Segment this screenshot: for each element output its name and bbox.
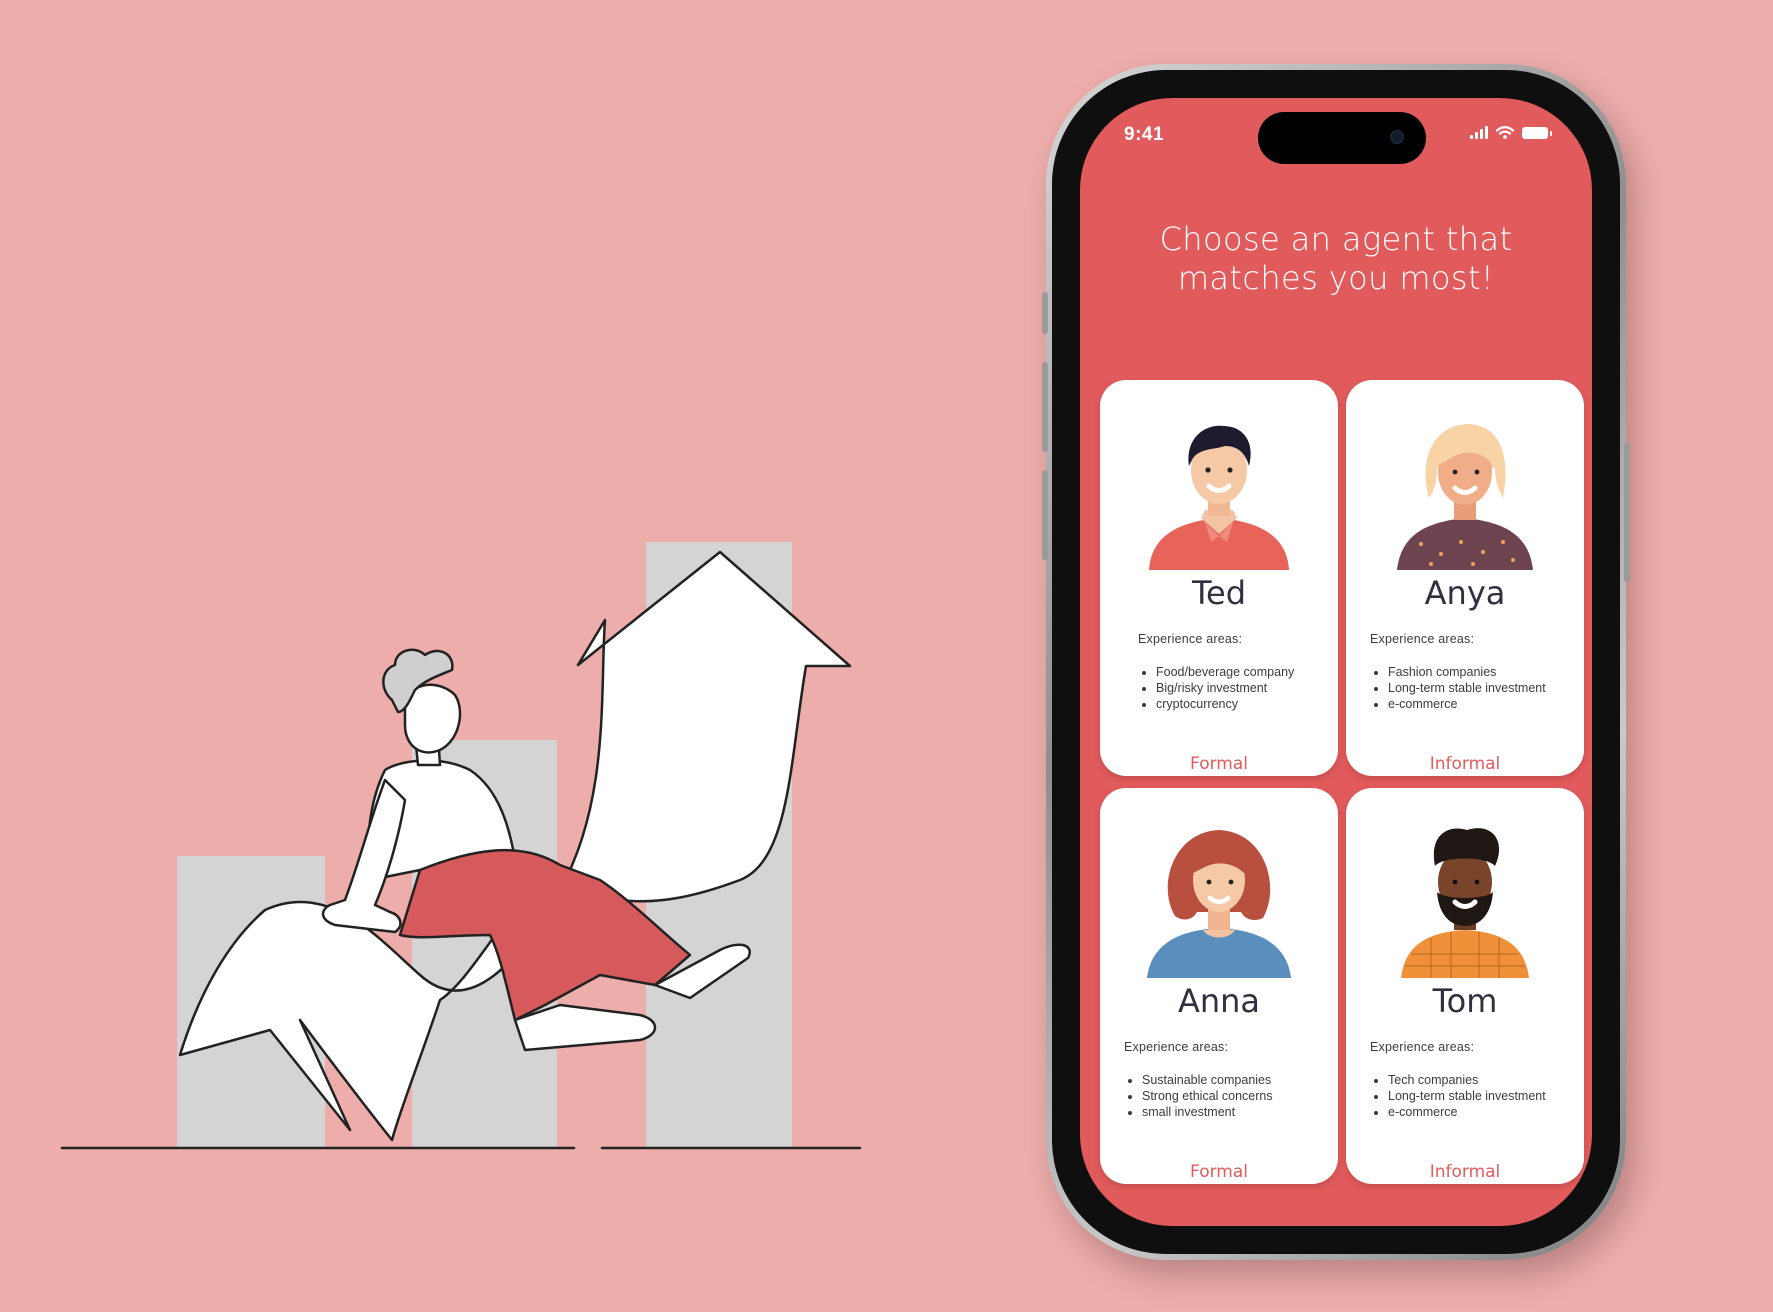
list-item: Strong ethical concerns bbox=[1142, 1088, 1332, 1104]
experience-section: Experience areas: Fashion companies Long… bbox=[1370, 632, 1578, 712]
phone-mockup: 9:41 Choose an agent that matches you mo… bbox=[1042, 64, 1630, 1260]
power-button bbox=[1624, 442, 1630, 582]
agent-style-label: Informal bbox=[1429, 754, 1501, 774]
list-item: Sustainable companies bbox=[1142, 1072, 1332, 1088]
experience-list: Fashion companies Long-term stable inves… bbox=[1370, 664, 1578, 712]
title-line-1: Choose an agent that bbox=[1159, 220, 1513, 258]
man-avatar-icon bbox=[1149, 425, 1289, 570]
experience-label: Experience areas: bbox=[1124, 1040, 1229, 1054]
experience-list: Sustainable companies Strong ethical con… bbox=[1124, 1072, 1332, 1120]
list-item: cryptocurrency bbox=[1156, 696, 1332, 712]
page-title: Choose an agent that matches you most! bbox=[1120, 220, 1552, 298]
title-line-2: matches you most! bbox=[1177, 259, 1495, 297]
experience-section: Experience areas: Sustainable companies … bbox=[1124, 1040, 1332, 1120]
volume-down-button bbox=[1042, 470, 1048, 560]
list-item: e-commerce bbox=[1388, 1104, 1578, 1120]
action-button bbox=[1042, 292, 1048, 334]
list-item: small investment bbox=[1142, 1104, 1332, 1120]
volume-up-button bbox=[1042, 362, 1048, 452]
camera-lens-icon bbox=[1390, 130, 1404, 144]
agent-name: Anna bbox=[1177, 982, 1261, 1020]
experience-list: Tech companies Long-term stable investme… bbox=[1370, 1072, 1578, 1120]
agent-card-tom[interactable]: Tom Experience areas: Tech companies Lon… bbox=[1346, 788, 1584, 1184]
agent-card-ted[interactable]: Ted Experience areas: Food/beverage comp… bbox=[1100, 380, 1338, 776]
experience-section: Experience areas: Tech companies Long-te… bbox=[1370, 1040, 1578, 1120]
experience-label: Experience areas: bbox=[1370, 1040, 1475, 1054]
status-time: 9:41 bbox=[1124, 124, 1165, 145]
battery-icon bbox=[1522, 126, 1552, 139]
list-item: Tech companies bbox=[1388, 1072, 1578, 1088]
list-item: Food/beverage company bbox=[1156, 664, 1332, 680]
agent-name: Anya bbox=[1424, 574, 1506, 612]
experience-list: Food/beverage company Big/risky investme… bbox=[1138, 664, 1332, 712]
agent-name: Ted bbox=[1191, 574, 1247, 612]
home-indicator bbox=[1280, 1211, 1404, 1216]
status-icons bbox=[1470, 126, 1552, 139]
wifi-icon bbox=[1496, 126, 1514, 139]
agent-style-label: Formal bbox=[1190, 1162, 1248, 1182]
agent-card-anna[interactable]: Anna Experience areas: Sustainable compa… bbox=[1100, 788, 1338, 1184]
man-avatar-icon bbox=[1401, 828, 1529, 978]
app-screen: 9:41 Choose an agent that matches you mo… bbox=[1080, 98, 1592, 1226]
agent-card-grid: Ted Experience areas: Food/beverage comp… bbox=[1100, 380, 1584, 1184]
growth-illustration bbox=[60, 542, 862, 1150]
list-item: Big/risky investment bbox=[1156, 680, 1332, 696]
phone-frame: 9:41 Choose an agent that matches you mo… bbox=[1052, 70, 1620, 1254]
experience-label: Experience areas: bbox=[1370, 632, 1475, 646]
list-item: Long-term stable investment bbox=[1388, 680, 1578, 696]
agent-style-label: Informal bbox=[1429, 1162, 1501, 1182]
agent-name: Tom bbox=[1432, 982, 1498, 1020]
signal-icon bbox=[1470, 126, 1488, 139]
experience-section: Experience areas: Food/beverage company … bbox=[1138, 632, 1332, 712]
agent-card-anya[interactable]: Anya Experience areas: Fashion companies… bbox=[1346, 380, 1584, 776]
list-item: Long-term stable investment bbox=[1388, 1088, 1578, 1104]
woman-avatar-icon bbox=[1147, 830, 1291, 978]
list-item: Fashion companies bbox=[1388, 664, 1578, 680]
woman-avatar-icon bbox=[1397, 424, 1533, 570]
agent-style-label: Formal bbox=[1190, 754, 1248, 774]
experience-label: Experience areas: bbox=[1138, 632, 1243, 646]
dynamic-island bbox=[1258, 112, 1426, 164]
list-item: e-commerce bbox=[1388, 696, 1578, 712]
